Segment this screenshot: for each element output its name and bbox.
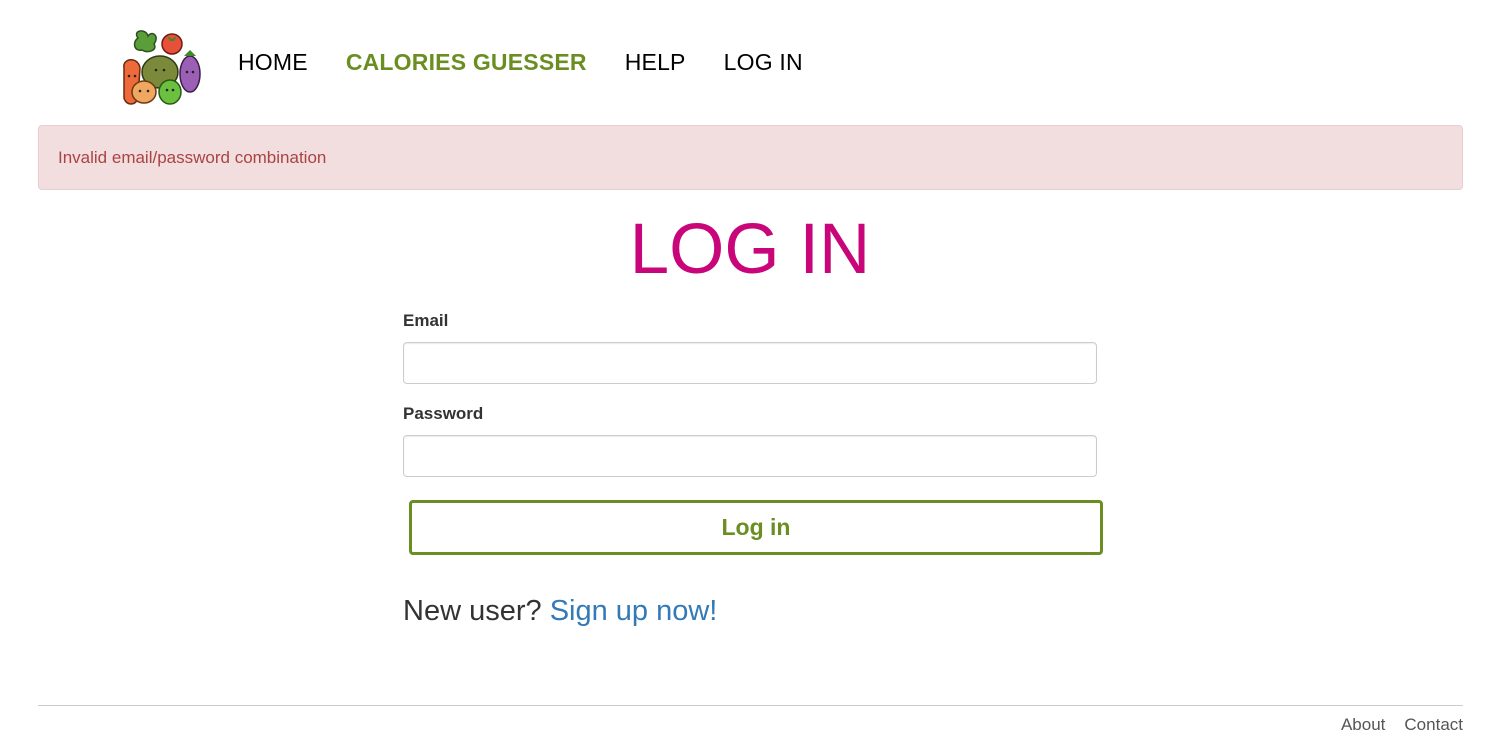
password-group: Password bbox=[403, 403, 1097, 477]
footer-contact-link[interactable]: Contact bbox=[1404, 714, 1463, 736]
signup-prompt: New user? Sign up now! bbox=[403, 592, 717, 630]
error-alert: Invalid email/password combination bbox=[38, 125, 1463, 190]
signup-prompt-text: New user? bbox=[403, 595, 542, 627]
password-label: Password bbox=[403, 404, 484, 423]
login-form: Email Password bbox=[403, 310, 1097, 496]
nav-help[interactable]: HELP bbox=[625, 48, 686, 76]
nav-log-in[interactable]: LOG IN bbox=[724, 48, 803, 76]
footer-divider bbox=[38, 705, 1463, 706]
footer-links: About Contact bbox=[1322, 714, 1463, 736]
email-label: Email bbox=[403, 311, 449, 330]
email-group: Email bbox=[403, 310, 1097, 384]
nav-calories-guesser[interactable]: CALORIES GUESSER bbox=[346, 48, 587, 76]
main-nav: HOME CALORIES GUESSER HELP LOG IN bbox=[238, 48, 841, 76]
vegetables-logo-icon[interactable] bbox=[118, 28, 206, 108]
log-in-button[interactable]: Log in bbox=[409, 500, 1103, 555]
sign-up-link[interactable]: Sign up now! bbox=[550, 595, 718, 627]
site-header: HOME CALORIES GUESSER HELP LOG IN bbox=[0, 0, 1500, 125]
nav-home[interactable]: HOME bbox=[238, 48, 308, 76]
footer-about-link[interactable]: About bbox=[1341, 714, 1385, 736]
email-field[interactable] bbox=[403, 342, 1097, 384]
error-alert-message: Invalid email/password combination bbox=[58, 147, 327, 167]
password-field[interactable] bbox=[403, 435, 1097, 477]
page-title: LOG IN bbox=[629, 210, 871, 289]
